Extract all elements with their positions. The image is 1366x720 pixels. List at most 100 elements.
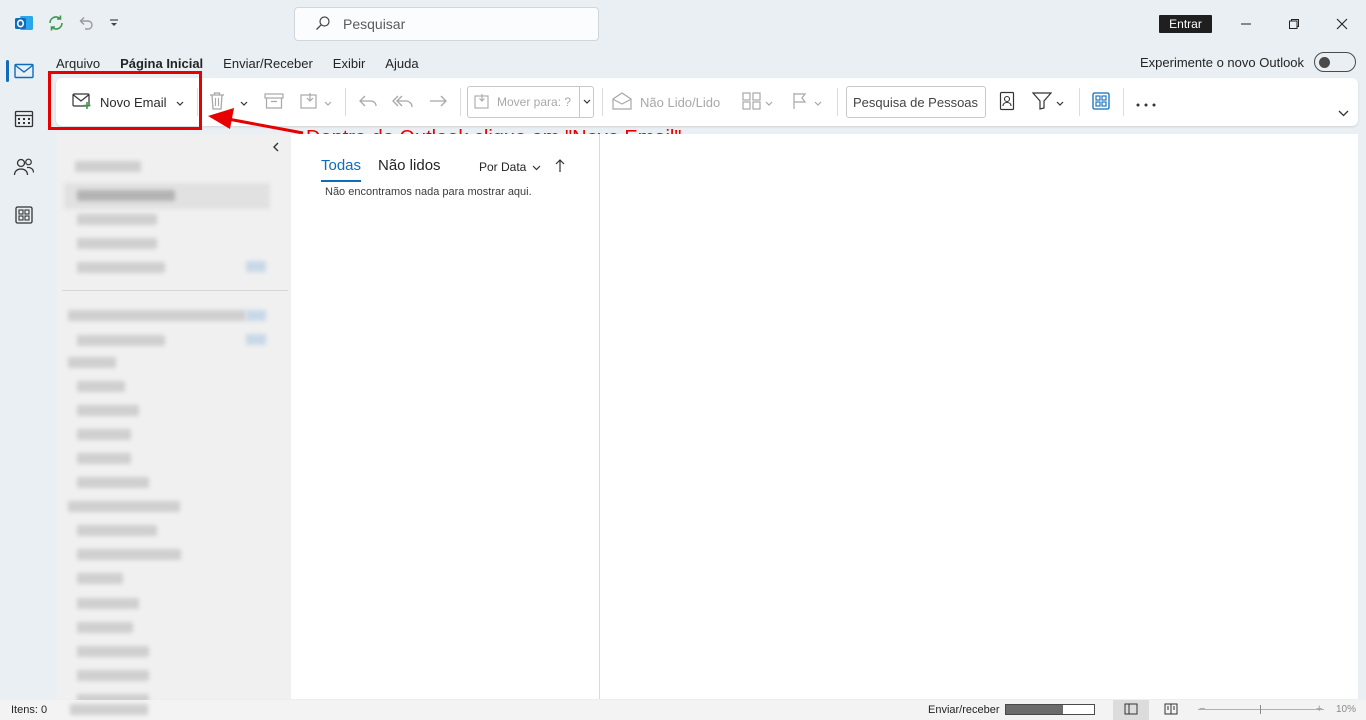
filter-button[interactable] [1031,78,1064,126]
rail-item-apps[interactable] [0,196,48,236]
view-settings-button[interactable] [1092,78,1110,126]
arrow-up-icon [555,159,565,176]
folder-item[interactable] [77,335,165,346]
try-new-outlook-toggle[interactable] [1314,52,1356,72]
reply-all-icon [392,93,414,112]
search-icon [315,15,331,34]
chevron-down-icon [814,95,822,110]
more-icon [1136,95,1156,110]
folder-item[interactable] [77,453,131,464]
reading-view-button[interactable] [1153,700,1189,720]
sort-by-label: Por Data [479,160,527,174]
apps-icon [15,205,33,227]
tab-todas[interactable]: Todas [321,157,361,174]
ribbon-separator [460,88,461,116]
tab-exibir[interactable]: Exibir [333,52,366,76]
reading-view-icon [1164,703,1178,718]
message-list [291,134,599,699]
active-tab-underline [321,180,361,182]
categorize-button[interactable] [742,78,773,126]
tab-nao-lidos[interactable]: Não lidos [378,157,441,174]
search-input[interactable]: Pesquisar [294,7,599,41]
sort-by-dropdown[interactable]: Por Data [479,160,541,174]
zoom-slider[interactable] [1198,709,1324,710]
chevron-down-icon [1056,95,1064,110]
folder-item[interactable] [77,646,149,657]
folder-item[interactable] [77,429,131,440]
folder-item[interactable] [77,405,139,416]
folder-item[interactable] [77,214,157,225]
move-to-dropdown[interactable]: Mover para: ? [467,86,594,118]
collapse-pane-button[interactable] [272,140,280,155]
zoom-in-button[interactable]: + [1316,703,1322,715]
folder-group-header[interactable] [68,357,116,368]
reply-button[interactable] [358,78,378,126]
zoom-level: 10% [1336,704,1357,715]
read-unread-label: Não Lido/Lido [640,94,721,110]
annotation-arrow [208,108,304,135]
folder-item[interactable] [77,670,149,681]
categorize-icon [742,91,762,113]
folder-item[interactable] [77,622,133,633]
ribbon-separator [837,88,838,116]
folder-item[interactable] [77,573,123,584]
move-to-label: Mover para: ? [497,95,572,109]
expand-ribbon-button[interactable] [1338,92,1349,132]
reply-all-button[interactable] [392,78,414,126]
ribbon-separator [1123,88,1124,116]
address-book-button[interactable] [999,78,1015,126]
chevron-down-icon [765,95,773,110]
chevron-down-icon [579,87,593,117]
forward-button[interactable] [428,78,448,126]
chevron-left-icon [272,140,280,155]
chevron-down-icon [1338,105,1349,120]
address-book-icon [999,91,1015,114]
zoom-slider-thumb[interactable] [1260,705,1261,714]
normal-view-icon [1124,703,1138,718]
chevron-down-icon [532,160,541,174]
minimize-button[interactable] [1234,12,1258,36]
people-search-input[interactable]: Pesquisa de Pessoas [846,86,986,118]
tab-ajuda[interactable]: Ajuda [385,52,418,76]
envelope-open-icon [612,91,632,113]
status-info [70,704,148,715]
folder-item[interactable] [77,381,125,392]
status-bar: Itens: 0 Enviar/receber − + 10% [0,700,1366,720]
folder-item[interactable] [77,549,181,560]
try-new-outlook-label: Experimente o novo Outlook [1140,55,1305,70]
forward-icon [428,93,448,112]
folder-item[interactable] [77,525,157,536]
people-search-placeholder: Pesquisa de Pessoas [853,94,979,110]
folder-count-badge [246,334,266,345]
folder-count-badge [246,261,266,272]
restore-button[interactable] [1282,12,1306,36]
folder-item[interactable] [75,161,141,172]
progress-fill [1006,705,1064,714]
ribbon-separator [345,88,346,116]
folder-count-badge [246,310,266,321]
account-header[interactable] [68,310,246,321]
more-options-button[interactable] [1136,78,1156,126]
filter-icon [1031,91,1053,113]
flag-button[interactable] [792,78,822,126]
items-count: Itens: 0 [11,704,48,716]
folder-item[interactable] [77,262,165,273]
folder-divider [62,290,288,291]
ribbon-separator [1079,88,1080,116]
flag-icon [792,92,808,113]
chevron-down-icon [324,95,332,110]
folder-item[interactable] [77,190,175,201]
normal-view-button[interactable] [1113,700,1149,720]
folder-item[interactable] [77,598,139,609]
folder-item[interactable] [77,238,157,249]
folder-group-header[interactable] [68,501,180,512]
people-icon [13,157,35,180]
close-button[interactable] [1330,12,1354,36]
rail-item-people[interactable] [0,148,48,188]
sort-direction-button[interactable] [555,159,565,176]
folder-item[interactable] [77,477,149,488]
sign-in-button[interactable]: Entrar [1159,15,1212,33]
reading-pane [600,134,1358,699]
send-receive-progress [1005,704,1095,715]
read-unread-button[interactable]: Não Lido/Lido [612,78,720,126]
